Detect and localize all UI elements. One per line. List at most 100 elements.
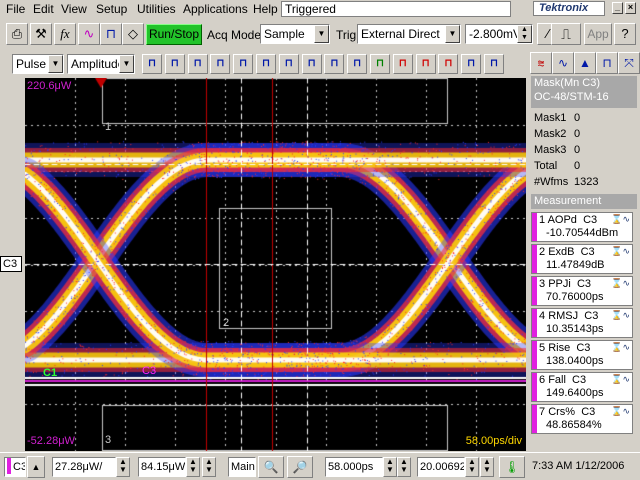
- zoom-in-icon[interactable]: 🔍: [258, 456, 284, 478]
- param-button-5-icon[interactable]: ⊓: [233, 54, 254, 74]
- measurement-label: 7 Crs% C3: [539, 406, 595, 418]
- math-fx-icon[interactable]: fx: [54, 23, 76, 45]
- trigger-status-field: Triggered: [281, 1, 511, 17]
- measurement-label: 1 AOPd C3: [539, 214, 597, 226]
- record-spin-icon[interactable]: ▲ ▼: [465, 457, 479, 477]
- mask-tab-icon[interactable]: ⩬: [530, 52, 552, 74]
- channel-marker[interactable]: C3: [0, 256, 22, 272]
- chevron-up-icon[interactable]: ▲: [27, 456, 45, 478]
- status-bar: C3 ▲ 27.28μW/ ▲ ▼ 84.15μW ▲ ▼ ▲ ▼ Main 🔍 🔎 …: [0, 452, 640, 480]
- mask-stat-label: Total: [534, 160, 558, 172]
- menu-help[interactable]: Help: [253, 2, 278, 16]
- hpos-spin-icon[interactable]: ▲ ▼: [383, 457, 397, 477]
- rising-edge-icon[interactable]: ⎍: [551, 23, 581, 45]
- param-button-12-icon[interactable]: ⊓: [392, 54, 413, 74]
- horizontal-position-field[interactable]: 58.000ps: [325, 457, 383, 477]
- offset-spin-icon[interactable]: ▲ ▼: [186, 457, 200, 477]
- temperature-icon[interactable]: 🌡: [499, 456, 525, 478]
- measurement-item[interactable]: 7 Crs% C3 ⌛∿ 48.86584%: [531, 404, 633, 434]
- measurement-index: 6: [539, 374, 546, 386]
- trig-level-field[interactable]: -2.800mV ▲ ▼: [465, 24, 533, 44]
- param-button-3-icon[interactable]: ⊓: [187, 54, 208, 74]
- param-button-15-icon[interactable]: ⊓: [461, 54, 482, 74]
- channel-select[interactable]: C3: [4, 457, 26, 477]
- menu-applications[interactable]: Applications: [183, 2, 248, 16]
- menu-utilities[interactable]: Utilities: [137, 2, 176, 16]
- measurement-label: 4 RMSJ C3: [539, 310, 598, 322]
- statistics-icon[interactable]: ⌛∿: [611, 310, 630, 321]
- param-button-16-icon[interactable]: ⊓: [484, 54, 504, 74]
- param-button-8-icon[interactable]: ⊓: [301, 54, 322, 74]
- measurement-color-bar: [532, 277, 537, 305]
- statistics-icon[interactable]: ⌛∿: [611, 406, 630, 417]
- zoom-out-icon[interactable]: 🔎: [287, 456, 313, 478]
- statistics-icon[interactable]: ⌛∿: [611, 278, 630, 289]
- timebase-mode-field[interactable]: Main: [228, 457, 256, 477]
- help-icon[interactable]: ?: [614, 23, 636, 45]
- spin-icon[interactable]: ▲ ▼: [517, 25, 532, 43]
- vertical-offset-field[interactable]: 84.15μW: [138, 457, 186, 477]
- menu-view[interactable]: View: [61, 2, 87, 16]
- param-button-4-icon[interactable]: ⊓: [210, 54, 231, 74]
- print-icon[interactable]: ⎙: [6, 23, 28, 45]
- statistics-icon[interactable]: ⌛∿: [611, 246, 630, 257]
- measurement-value: 138.0400ps: [546, 355, 604, 367]
- tools-icon[interactable]: ⚒: [30, 23, 52, 45]
- run-stop-button[interactable]: Run/Stop: [146, 24, 202, 45]
- waveform-tab-icon[interactable]: ∿: [552, 52, 574, 74]
- app-button[interactable]: App: [584, 23, 612, 45]
- scope-display[interactable]: 220.6μW -52.28μW 58.00ps/div C1 C3 1 2 3: [25, 78, 526, 451]
- mask-standard: OC-48/STM-16: [534, 91, 609, 103]
- record-field[interactable]: 20.00692: [417, 457, 465, 477]
- param-button-9-icon[interactable]: ⊓: [324, 54, 345, 74]
- measurement-channel: C3: [580, 246, 595, 258]
- measurement-item[interactable]: 2 ExdB C3 ⌛∿ 11.47849dB: [531, 244, 633, 274]
- chevron-down-icon[interactable]: ▼: [48, 55, 63, 73]
- channel-c3-label: C3: [142, 365, 157, 377]
- minimize-button[interactable]: _: [612, 2, 623, 14]
- chevron-down-icon[interactable]: ▼: [445, 25, 460, 43]
- meas-param-select[interactable]: Amplitude ▼: [67, 54, 135, 74]
- measurement-item[interactable]: 5 Rise C3 ⌛∿ 138.0400ps: [531, 340, 633, 370]
- statistics-icon[interactable]: ⌛∿: [611, 374, 630, 385]
- chevron-down-icon[interactable]: ▼: [314, 25, 329, 43]
- measurement-channel: C3: [583, 214, 598, 226]
- trig-source-select[interactable]: External Direct ▼: [357, 24, 461, 44]
- chevron-down-icon[interactable]: ▼: [119, 55, 134, 73]
- menu-edit[interactable]: Edit: [33, 2, 54, 16]
- statistics-icon[interactable]: ⌛∿: [611, 342, 630, 353]
- waveform-icon[interactable]: ∿: [78, 23, 100, 45]
- menu-file[interactable]: File: [6, 2, 25, 16]
- close-button[interactable]: ×: [625, 2, 636, 14]
- meas-type-select[interactable]: Pulse ▼: [12, 54, 64, 74]
- param-button-2-icon[interactable]: ⊓: [164, 54, 185, 74]
- record-spin-icon-2[interactable]: ▲ ▼: [480, 457, 494, 477]
- acq-mode-select[interactable]: Sample ▼: [260, 24, 330, 44]
- param-button-6-icon[interactable]: ⊓: [256, 54, 276, 74]
- vertical-scale-field[interactable]: 27.28μW/: [52, 457, 116, 477]
- histogram-tab-icon[interactable]: ▲: [574, 52, 596, 74]
- mask-stat-label: Mask2: [534, 128, 567, 140]
- eraser-icon[interactable]: ◇: [122, 23, 144, 45]
- statistics-icon[interactable]: ⌛∿: [611, 214, 630, 225]
- measurement-name: AOPd: [547, 214, 577, 226]
- auto-icon[interactable]: ⊓: [100, 23, 122, 45]
- menu-setup[interactable]: Setup: [96, 2, 127, 16]
- measurement-item[interactable]: 4 RMSJ C3 ⌛∿ 10.35143ps: [531, 308, 633, 338]
- measurement-item[interactable]: 6 Fall C3 ⌛∿ 149.6400ps: [531, 372, 633, 402]
- param-button-13-icon[interactable]: ⊓: [415, 54, 436, 74]
- param-button-11-icon[interactable]: ⊓: [370, 54, 390, 74]
- param-button-14-icon[interactable]: ⊓: [438, 54, 459, 74]
- param-button-10-icon[interactable]: ⊓: [347, 54, 368, 74]
- offset-spin-icon-2[interactable]: ▲ ▼: [202, 457, 216, 477]
- measurement-value: 11.47849dB: [546, 259, 605, 271]
- right-panel: ⩬ ∿ ▲ ⊓ ⤧ Mask(Mn C3) OC-48/STM-16 Mask1…: [528, 52, 640, 452]
- hpos-spin-icon-2[interactable]: ▲ ▼: [397, 457, 411, 477]
- measurement-item[interactable]: 1 AOPd C3 ⌛∿ -10.70544dBm: [531, 212, 633, 242]
- param-button-7-icon[interactable]: ⊓: [278, 54, 299, 74]
- pattern-tab-icon[interactable]: ⊓: [596, 52, 618, 74]
- scale-spin-icon[interactable]: ▲ ▼: [116, 457, 130, 477]
- measurement-item[interactable]: 3 PPJi C3 ⌛∿ 70.76000ps: [531, 276, 633, 306]
- cursor-tab-icon[interactable]: ⤧: [618, 52, 640, 74]
- param-button-1-icon[interactable]: ⊓: [142, 54, 162, 74]
